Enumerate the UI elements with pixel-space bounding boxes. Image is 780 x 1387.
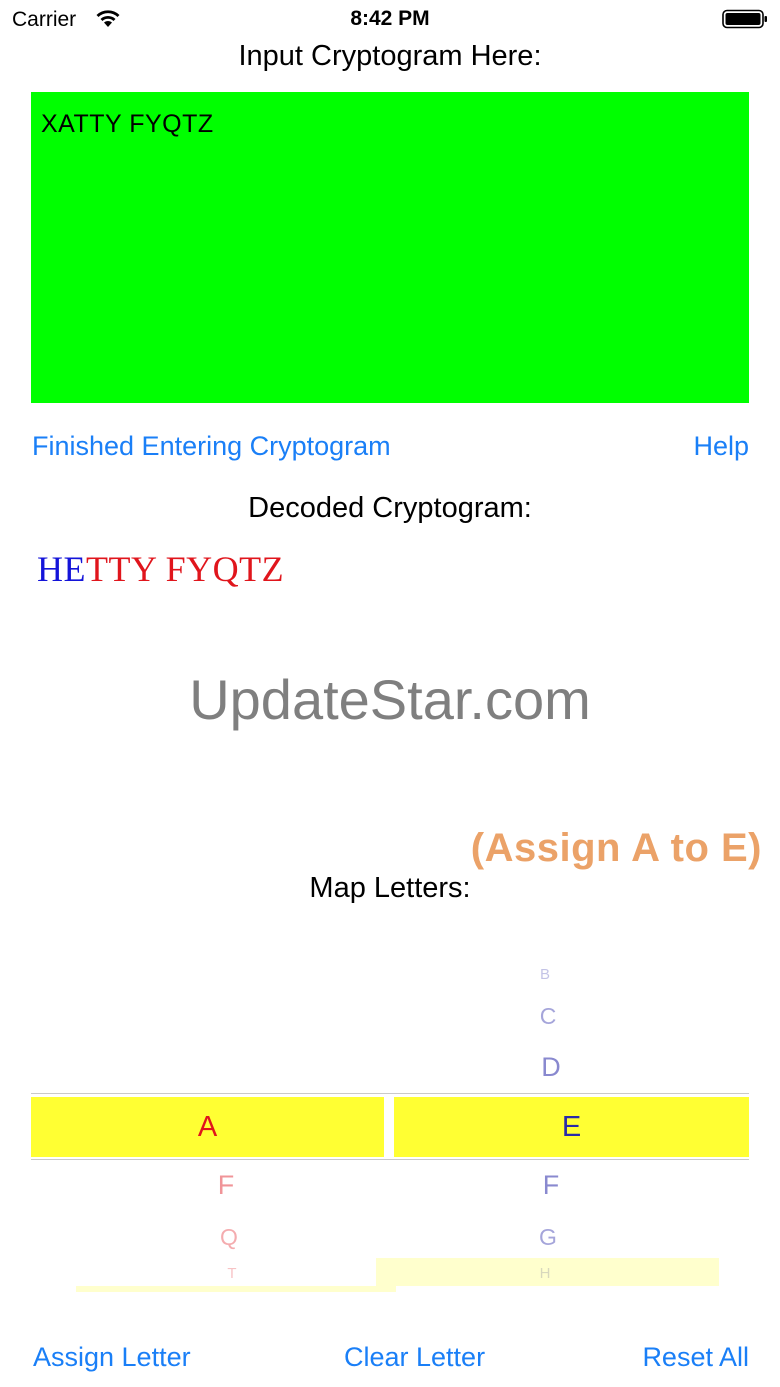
picker-left-selected[interactable]: A — [31, 1097, 384, 1157]
picker-right-item[interactable]: C — [540, 1003, 557, 1030]
clock: 8:42 PM — [350, 7, 430, 30]
picker-right-item[interactable]: B — [540, 966, 550, 983]
cryptogram-input[interactable]: XATTY FYQTZ — [31, 92, 749, 403]
reset-all-button[interactable]: Reset All — [642, 1342, 749, 1373]
picker-selection-line-top — [31, 1093, 749, 1094]
picker-left-item[interactable]: Q — [220, 1224, 238, 1251]
picker-right-item[interactable]: D — [541, 1052, 561, 1083]
letter-picker[interactable]: B C D A E F Q T F G H — [31, 940, 749, 1300]
input-heading: Input Cryptogram Here: — [238, 40, 542, 72]
status-bar: Carrier 8:42 PM — [0, 0, 780, 40]
help-button[interactable]: Help — [693, 431, 749, 462]
picker-left-item[interactable]: T — [227, 1265, 236, 1282]
map-letters-heading: Map Letters: — [309, 872, 471, 904]
picker-right-selected[interactable]: E — [394, 1097, 749, 1157]
decoded-unsolved-letters: TTY FYQTZ — [86, 549, 285, 589]
watermark: UpdateStar.com — [189, 668, 591, 731]
picker-left-item[interactable]: F — [218, 1170, 235, 1201]
assign-letter-button[interactable]: Assign Letter — [33, 1342, 191, 1373]
decoded-heading: Decoded Cryptogram: — [248, 492, 532, 524]
decoded-cryptogram: HETTY FYQTZ — [37, 548, 284, 590]
assign-hint: (Assign A to E) — [470, 826, 762, 870]
picker-right-item[interactable]: F — [543, 1170, 560, 1201]
decoded-solved-letters: HE — [37, 549, 86, 589]
picker-right-item[interactable]: G — [539, 1224, 557, 1251]
picker-highlight-reflection — [376, 1258, 719, 1286]
picker-selection-line-bottom — [31, 1159, 749, 1160]
finished-entering-button[interactable]: Finished Entering Cryptogram — [32, 431, 391, 462]
picker-highlight-reflection — [76, 1286, 396, 1292]
battery-icon — [722, 9, 767, 29]
clear-letter-button[interactable]: Clear Letter — [344, 1342, 485, 1373]
